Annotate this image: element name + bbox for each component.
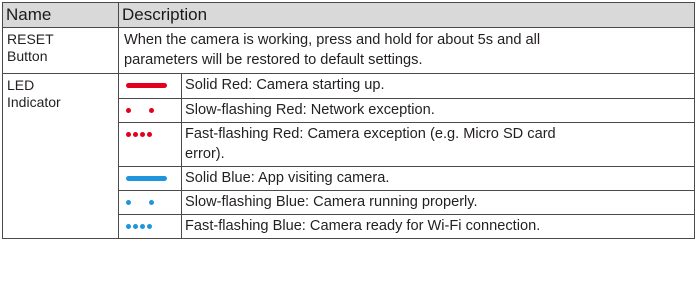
- led-states-table: Solid Red: Camera starting up. Slow-flas…: [119, 74, 694, 238]
- led-state-row: Solid Red: Camera starting up.: [119, 74, 694, 99]
- led-state-text-line1: Fast-flashing Red: Camera exception (e.g…: [185, 125, 556, 142]
- led-state-row: Slow-flashing Blue: Camera running prope…: [119, 189, 694, 215]
- led-solid-bar: [126, 175, 167, 181]
- header-description: Description: [118, 2, 695, 28]
- led-state-text: Solid Red: Camera starting up.: [181, 74, 694, 99]
- led-dot: [126, 223, 131, 229]
- led-dot: [126, 199, 131, 205]
- led-pattern-cell: [119, 165, 182, 191]
- led-dot: [133, 223, 138, 229]
- reset-description-line2: parameters will be restored to default s…: [124, 52, 423, 68]
- led-pattern-cell: [119, 97, 182, 123]
- led-state-row: Slow-flashing Red: Network exception.: [119, 97, 694, 123]
- led-dot: [126, 131, 131, 137]
- slow-flash-red-indicator-icon: [119, 99, 181, 121]
- led-pattern-cell: [119, 189, 182, 215]
- led-state-text: Solid Blue: App visiting camera.: [181, 165, 694, 191]
- table-header-row: Name Description: [2, 2, 695, 28]
- led-state-text: Fast-flashing Red: Camera exception (e.g…: [181, 121, 694, 167]
- slow-flash-blue-indicator-icon: [119, 191, 181, 213]
- led-dot: [133, 131, 138, 137]
- led-state-row: Fast-flashing Red: Camera exception (e.g…: [119, 121, 694, 167]
- led-solid-bar: [126, 83, 167, 88]
- solid-red-indicator-icon: [119, 74, 181, 96]
- solid-blue-indicator-icon: [119, 167, 181, 189]
- led-name-cell: LED Indicator: [2, 73, 119, 239]
- led-state-text-line2: error).: [185, 145, 225, 162]
- reset-name-line1: RESET: [7, 31, 54, 47]
- led-dot: [126, 107, 131, 113]
- led-state-text: Slow-flashing Red: Network exception.: [181, 97, 694, 123]
- led-dot: [147, 223, 152, 229]
- led-name-line2: Indicator: [7, 94, 61, 110]
- led-pattern-cell: [119, 213, 182, 238]
- led-dot: [149, 199, 154, 205]
- reset-name-cell: RESET Button: [2, 27, 119, 74]
- led-state-text: Slow-flashing Blue: Camera running prope…: [181, 189, 694, 215]
- led-dot: [147, 131, 152, 137]
- button-led-spec-table: Name Description RESET Button When the c…: [2, 2, 695, 239]
- led-states-cell: Solid Red: Camera starting up. Slow-flas…: [118, 73, 695, 239]
- led-state-row: Solid Blue: App visiting camera.: [119, 165, 694, 191]
- led-state-row: Fast-flashing Blue: Camera ready for Wi-…: [119, 213, 694, 238]
- reset-description-cell: When the camera is working, press and ho…: [118, 27, 695, 74]
- reset-name-line2: Button: [7, 48, 48, 64]
- led-dot: [140, 131, 145, 137]
- led-dot: [140, 223, 145, 229]
- table-row-led: LED Indicator Solid Red: Camera starting…: [2, 73, 695, 239]
- fast-flash-blue-indicator-icon: [119, 215, 181, 237]
- header-name: Name: [2, 2, 119, 28]
- led-state-text: Fast-flashing Blue: Camera ready for Wi-…: [181, 213, 694, 238]
- table-row-reset: RESET Button When the camera is working,…: [2, 27, 695, 74]
- fast-flash-red-indicator-icon: [119, 123, 181, 145]
- led-name-line1: LED: [7, 77, 35, 93]
- led-dot: [149, 107, 154, 113]
- led-pattern-cell: [119, 74, 182, 99]
- led-pattern-cell: [119, 121, 182, 167]
- reset-description-line1: When the camera is working, press and ho…: [124, 32, 541, 48]
